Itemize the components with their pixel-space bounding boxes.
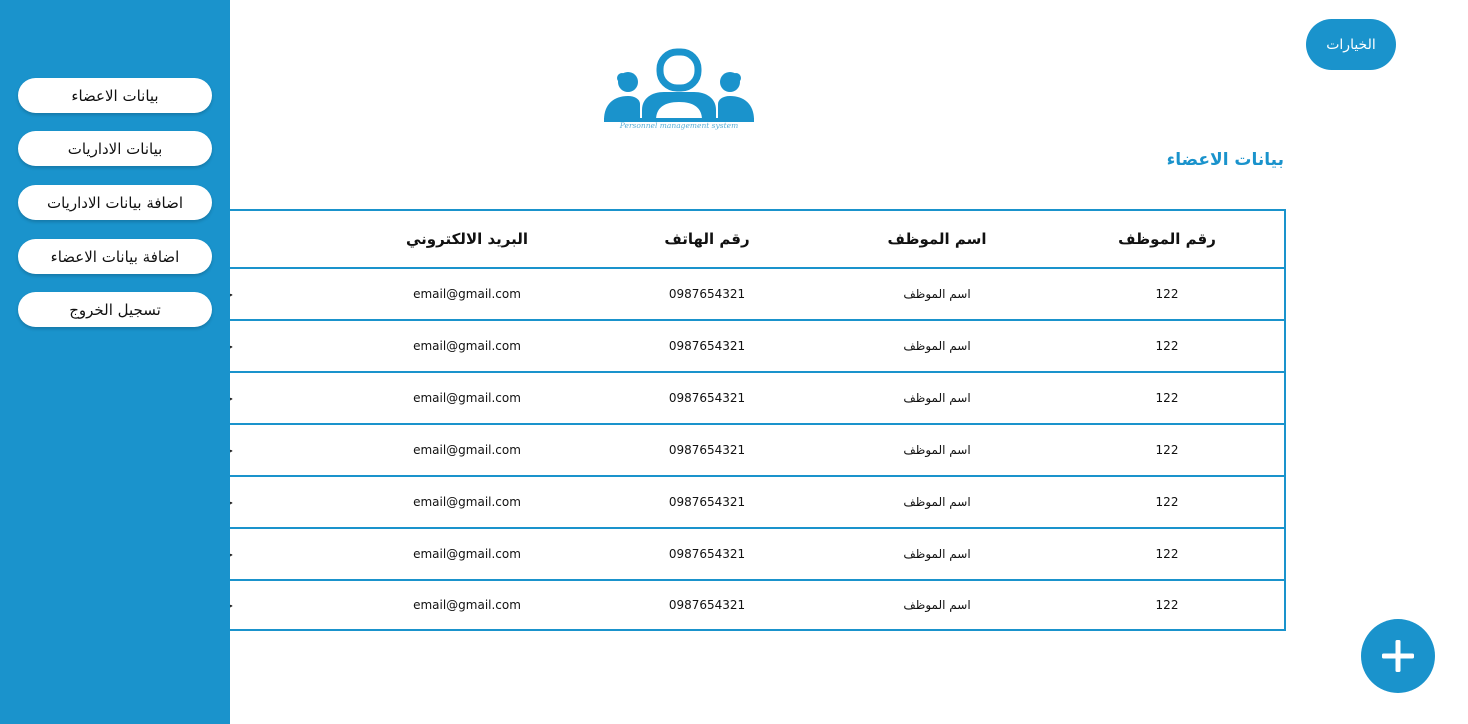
section-title: بيانات الاعضاء xyxy=(1166,150,1284,170)
column-header-employee-name: اسم الموظف xyxy=(887,230,987,248)
column-header-phone: رقم الهاتف xyxy=(664,230,750,248)
cell-email: email@gmail.com xyxy=(413,443,521,457)
sidebar-item-logout[interactable]: تسجيل الخروج xyxy=(18,292,212,327)
cell-email: email@gmail.com xyxy=(413,598,521,612)
cell-phone: 0987654321 xyxy=(668,339,746,353)
cell-employee-name: اسم الموظف xyxy=(903,339,971,353)
cell-employee-name: اسم الموظف xyxy=(903,495,971,509)
cell-email: email@gmail.com xyxy=(413,287,521,301)
cell-email: email@gmail.com xyxy=(413,339,521,353)
table-header-row: رقم الموظف اسم الموظف رقم الهاتف البريد … xyxy=(172,211,1284,269)
table-row[interactable]: 122 اسم الموظف 0987654321 email@gmail.co… xyxy=(172,529,1284,581)
cell-email: email@gmail.com xyxy=(413,391,521,405)
plus-icon xyxy=(1382,640,1414,672)
table-row[interactable]: 122 اسم الموظف 0987654321 email@gmail.co… xyxy=(172,373,1284,425)
sidebar-item-admins-data[interactable]: بيانات الاداريات xyxy=(18,131,212,166)
cell-employee-name: اسم الموظف xyxy=(903,598,971,612)
cell-phone: 0987654321 xyxy=(668,598,746,612)
table-row[interactable]: 122 اسم الموظف 0987654321 email@gmail.co… xyxy=(172,581,1284,629)
sidebar: بيانات الاعضاء بيانات الاداريات اضافة بي… xyxy=(0,0,230,724)
cell-phone: 0987654321 xyxy=(668,495,746,509)
add-button[interactable] xyxy=(1361,619,1435,693)
cell-phone: 0987654321 xyxy=(668,547,746,561)
cell-employee-id: 122 xyxy=(1155,391,1179,405)
column-header-employee-id: رقم الموظف xyxy=(1118,230,1216,248)
cell-employee-name: اسم الموظف xyxy=(903,391,971,405)
logo-caption: Personnel management system xyxy=(619,121,739,130)
members-table: رقم الموظف اسم الموظف رقم الهاتف البريد … xyxy=(170,209,1286,631)
cell-employee-name: اسم الموظف xyxy=(903,287,971,301)
cell-phone: 0987654321 xyxy=(668,391,746,405)
cell-phone: 0987654321 xyxy=(668,443,746,457)
options-button[interactable]: الخيارات xyxy=(1306,19,1396,70)
column-header-email: البريد الالكتروني xyxy=(406,230,528,248)
table-row[interactable]: 122 اسم الموظف 0987654321 email@gmail.co… xyxy=(172,477,1284,529)
cell-employee-id: 122 xyxy=(1155,495,1179,509)
cell-employee-id: 122 xyxy=(1155,287,1179,301)
table-row[interactable]: 122 اسم الموظف 0987654321 email@gmail.co… xyxy=(172,321,1284,373)
sidebar-item-add-members-data[interactable]: اضافة بيانات الاعضاء xyxy=(18,239,212,274)
table-row[interactable]: 122 اسم الموظف 0987654321 email@gmail.co… xyxy=(172,269,1284,321)
sidebar-item-add-admins-data[interactable]: اضافة بيانات الاداريات xyxy=(18,185,212,220)
table-row[interactable]: 122 اسم الموظف 0987654321 email@gmail.co… xyxy=(172,425,1284,477)
cell-employee-id: 122 xyxy=(1155,598,1179,612)
cell-employee-id: 122 xyxy=(1155,547,1179,561)
sidebar-item-members-data[interactable]: بيانات الاعضاء xyxy=(18,78,212,113)
cell-phone: 0987654321 xyxy=(668,287,746,301)
cell-email: email@gmail.com xyxy=(413,547,521,561)
cell-email: email@gmail.com xyxy=(413,495,521,509)
cell-employee-id: 122 xyxy=(1155,443,1179,457)
cell-employee-id: 122 xyxy=(1155,339,1179,353)
cell-employee-name: اسم الموظف xyxy=(903,547,971,561)
cell-employee-name: اسم الموظف xyxy=(903,443,971,457)
